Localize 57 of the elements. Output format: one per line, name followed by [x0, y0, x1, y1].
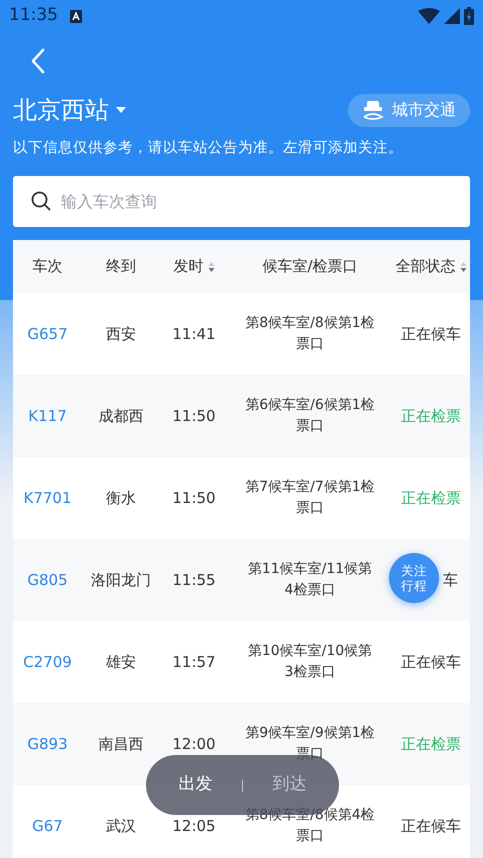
- status-cell-text: 正在检票: [401, 734, 461, 755]
- destination-cell-text: 成都西: [98, 406, 144, 427]
- back-icon[interactable]: [30, 48, 46, 74]
- train-number[interactable]: C2709: [23, 650, 72, 674]
- gate-cell-text: 第8候车室/8候第1检票口: [244, 314, 376, 354]
- wifi-icon: [418, 8, 440, 24]
- signal-icon: [444, 8, 460, 24]
- column-header[interactable]: 全部状态: [396, 255, 456, 278]
- destination-cell-text: 洛阳龙门: [91, 570, 151, 591]
- train-number[interactable]: G805: [27, 568, 68, 592]
- follow-trip-button[interactable]: 关注行程: [389, 553, 439, 603]
- departure-time: 11:57: [172, 652, 216, 673]
- search-field[interactable]: 输入车次查询: [13, 176, 470, 227]
- notification-icon: [70, 10, 82, 22]
- train-number[interactable]: K7701: [23, 486, 72, 510]
- train-number[interactable]: G893: [27, 732, 68, 756]
- destination-cell-text: 南昌西: [98, 734, 144, 755]
- separator: |: [240, 777, 245, 794]
- destination-cell-text: 西安: [106, 324, 136, 345]
- status-cell-text: 车: [443, 570, 458, 591]
- dropdown-caret-icon[interactable]: [115, 106, 127, 114]
- status-cell-text: 正在检票: [401, 406, 461, 427]
- status-cell-text: 正在检票: [401, 488, 461, 509]
- departure-time: 11:55: [172, 570, 216, 591]
- transit-icon: [362, 99, 384, 121]
- train-number[interactable]: G67: [32, 814, 63, 838]
- toggle-option[interactable]: 出发: [178, 772, 212, 798]
- sort-icon[interactable]: [208, 260, 214, 272]
- toggle-option[interactable]: 到达: [272, 772, 307, 798]
- departure-time: 11:41: [172, 324, 216, 345]
- column-header: 候车室/检票口: [262, 256, 358, 278]
- departure-time: 11:50: [172, 488, 216, 509]
- column-header: 终到: [106, 256, 136, 278]
- status-cell-text: 正在候车: [401, 324, 461, 345]
- status-cell-text: 正在候车: [401, 816, 461, 837]
- city-transit-button[interactable]: 城市交通: [348, 94, 470, 126]
- column-header[interactable]: 发时: [174, 255, 204, 278]
- gate-cell-text: 第10候车室/10候第3检票口: [246, 642, 374, 682]
- departure-time: 11:50: [172, 406, 216, 427]
- departure-time: 12:00: [172, 734, 216, 755]
- battery-icon: [464, 7, 474, 25]
- destination-cell-text: 雄安: [106, 652, 136, 673]
- train-number[interactable]: K117: [28, 404, 67, 428]
- station-title[interactable]: 北京西站: [13, 92, 109, 128]
- destination-cell-text: 衡水: [106, 488, 136, 509]
- status-time: 11:35: [9, 4, 58, 28]
- departure-time: 12:05: [172, 816, 216, 837]
- train-number[interactable]: G657: [27, 322, 68, 346]
- status-cell-text: 正在候车: [401, 652, 461, 673]
- gate-cell-text: 第6候车室/6候第1检票口: [244, 396, 376, 436]
- search-icon: [31, 191, 51, 211]
- notice-text: 以下信息仅供参考，请以车站公告为准。左滑可添加关注。: [13, 139, 403, 158]
- gate-cell-text: 第11候车室/11候第4检票口: [246, 560, 374, 600]
- sort-icon[interactable]: [460, 260, 466, 272]
- gate-cell-text: 第7候车室/7候第1检票口: [244, 478, 376, 518]
- column-header: 车次: [32, 256, 62, 278]
- destination-cell-text: 武汉: [106, 816, 136, 837]
